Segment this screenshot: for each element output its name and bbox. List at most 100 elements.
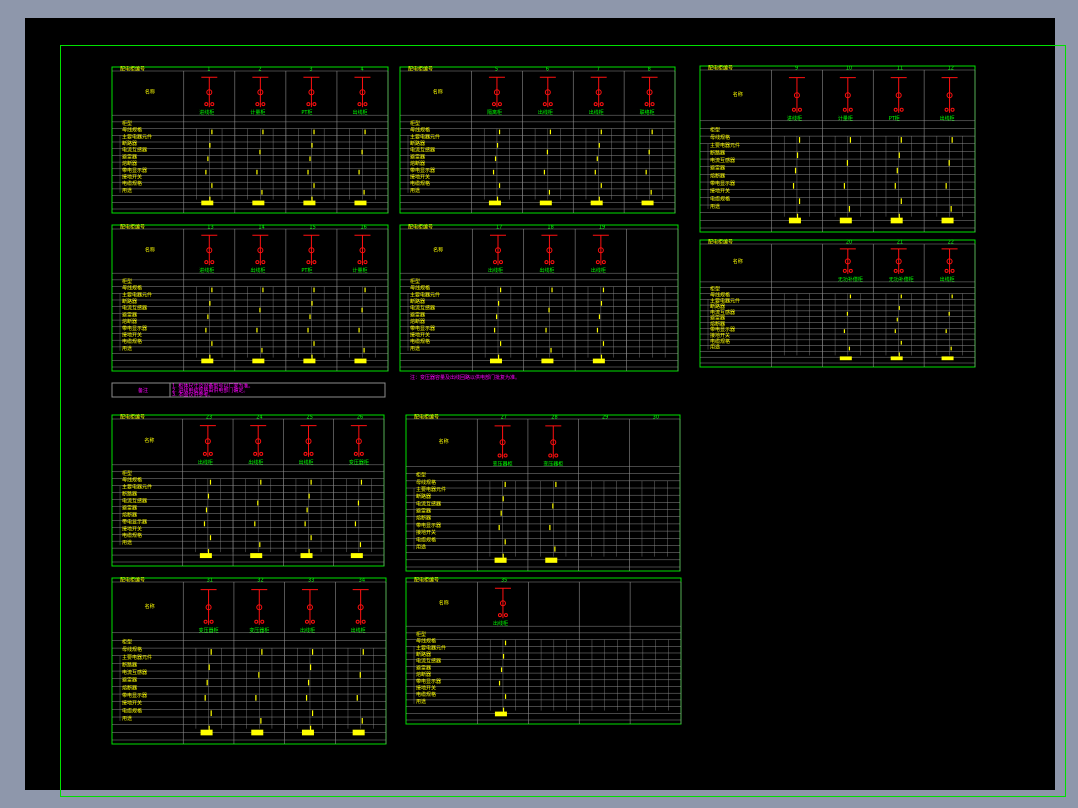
row-label: 母线规格: [416, 479, 436, 486]
row-label: 熔断器: [122, 684, 137, 691]
circuit-name: PT柜: [301, 267, 312, 274]
table-value-mark: [504, 640, 507, 646]
table-value-mark: [208, 664, 210, 671]
table-value-mark: [260, 718, 262, 724]
table-value-mark: [203, 521, 206, 527]
row-label: 母线规格: [710, 134, 730, 141]
panel-title: 配电柜编号: [708, 239, 733, 246]
table-value-mark: [261, 649, 263, 655]
column-number: 2: [258, 67, 261, 73]
ct-symbol: [312, 102, 317, 107]
row-label: 主要电器元件: [122, 654, 152, 661]
circuit-name: PT柜: [301, 109, 312, 116]
cable-spec-mark: [252, 358, 265, 364]
table-value-mark: [849, 294, 852, 299]
table-value-mark: [209, 196, 211, 202]
ct-symbol: [842, 107, 847, 112]
ct-symbol: [601, 260, 606, 265]
row-label: 电流互感器: [122, 669, 147, 676]
cable-spec-mark: [303, 200, 316, 206]
column-number: 3: [309, 67, 312, 73]
row-label: 母线规格: [416, 638, 436, 645]
cable-spec-mark: [839, 356, 852, 361]
ct-symbol: [361, 619, 366, 624]
row-label: 避雷器: [416, 508, 431, 515]
ct-symbol: [599, 102, 604, 107]
table-value-mark: [900, 340, 902, 345]
table-value-mark: [311, 300, 313, 306]
table-value-mark: [848, 206, 851, 212]
ct-symbol: [491, 102, 496, 107]
table-value-mark: [549, 129, 552, 135]
row-label: 电流互感器: [410, 147, 435, 154]
row-label: 熔断器: [122, 318, 137, 325]
table-value-mark: [310, 535, 312, 541]
row-label: 断路器: [710, 149, 725, 156]
table-value-mark: [498, 129, 501, 135]
table-value-mark: [255, 695, 257, 701]
column-number: 22: [948, 240, 954, 246]
switchgear-panel: 配电柜编号名称柜型母线规格主要电器元件断路器电流互感器避雷器熔断器带电显示器接地…: [405, 414, 681, 572]
table-value-mark: [948, 311, 950, 316]
column-number: 14: [258, 225, 264, 231]
table-value-mark: [796, 152, 799, 159]
table-value-mark: [308, 493, 310, 499]
row-label: 断路器: [122, 140, 137, 147]
table-value-mark: [945, 329, 947, 334]
row-label: 避雷器: [416, 664, 431, 671]
note-text: 注：变压器容量及出线回路以供电部门批复为准。: [410, 374, 520, 381]
table-value-mark: [259, 149, 261, 155]
cable-spec-mark: [250, 553, 263, 559]
ct-symbol: [797, 107, 802, 112]
panel-title: 配电柜编号: [408, 224, 433, 231]
column-number: 34: [359, 578, 365, 584]
cable-spec-mark: [539, 200, 552, 206]
ct-symbol: [542, 102, 547, 107]
table-value-mark: [497, 354, 500, 360]
table-value-mark: [843, 183, 846, 189]
side-label: 名称: [145, 88, 155, 95]
row-label: 避雷器: [410, 311, 425, 318]
panel-title: 配电柜编号: [120, 224, 145, 231]
panel-title: 配电柜编号: [408, 66, 433, 73]
table-value-mark: [645, 169, 647, 175]
table-value-mark: [364, 129, 366, 135]
side-label: 名称: [433, 88, 443, 95]
ct-symbol: [497, 613, 502, 618]
ct-symbol: [359, 451, 364, 456]
table-value-mark: [261, 347, 263, 353]
circuit-name: 变压器柜: [349, 459, 369, 466]
table-value-mark: [794, 167, 797, 174]
row-label: 用途: [410, 345, 420, 352]
table-value-mark: [359, 672, 361, 678]
ct-symbol: [498, 260, 503, 265]
circuit-name: 出线柜: [351, 627, 366, 634]
cable-spec-mark: [641, 200, 654, 206]
table-value-mark: [894, 183, 896, 189]
side-label: 名称: [145, 246, 155, 253]
table-value-mark: [311, 354, 313, 360]
table-value-mark: [259, 542, 261, 548]
side-label: 名称: [144, 437, 154, 444]
table-value-mark: [309, 664, 312, 671]
table-value-mark: [262, 287, 264, 293]
table-value-mark: [600, 300, 603, 306]
table-value-mark: [543, 169, 546, 175]
row-label: 熔断器: [710, 172, 725, 179]
table-value-mark: [211, 287, 213, 293]
column-number: 32: [257, 578, 263, 584]
row-label: 电缆规格: [710, 195, 730, 202]
row-label: 电流互感器: [122, 305, 147, 312]
cad-drawing-canvas[interactable]: 配电柜编号 名称 柜型 母线规格 主要电器元件 断路器 电流互感器 避雷器 熔断器 带电显示器 接地…: [25, 18, 1066, 797]
row-label: 接地开关: [410, 173, 430, 180]
row-label: 带电显示器: [122, 692, 147, 699]
column-number: 16: [360, 225, 366, 231]
row-label: 带电显示器: [710, 180, 735, 187]
ct-symbol: [261, 102, 266, 107]
table-value-mark: [602, 341, 605, 346]
row-label: 电流互感器: [410, 305, 435, 312]
ct-symbol: [357, 102, 362, 107]
table-value-mark: [207, 156, 209, 162]
table-value-mark: [900, 137, 902, 143]
ct-symbol: [492, 260, 497, 265]
